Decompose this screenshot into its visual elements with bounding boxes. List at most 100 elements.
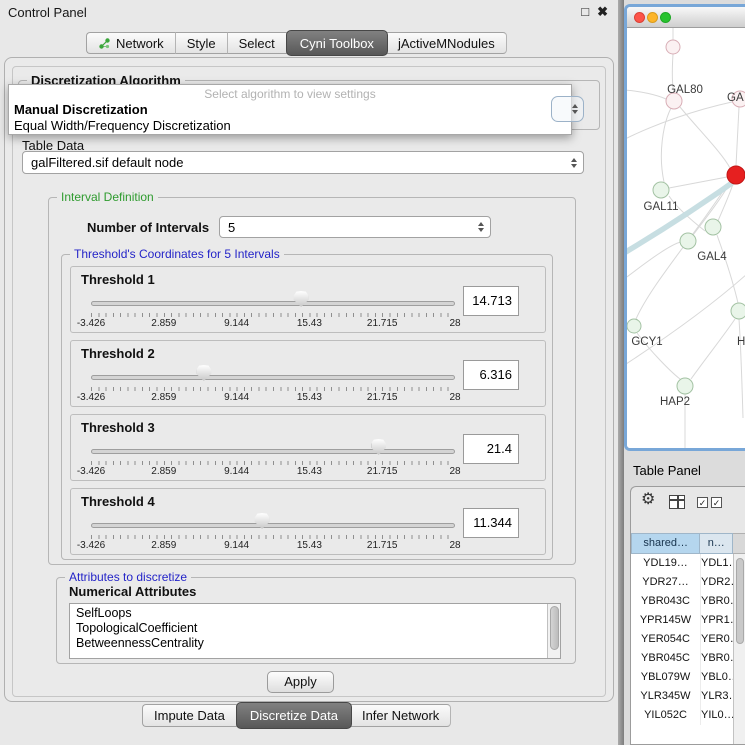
tab-style-label: Style: [187, 36, 216, 51]
checkbox-icon-1[interactable]: ✓: [697, 497, 708, 508]
scale-label: 9.144: [224, 318, 249, 329]
dropdown-prompt: Select algorithm to view settings: [9, 87, 571, 102]
table-row[interactable]: YPR145WYPR1…: [631, 611, 745, 630]
table-panel-window: ⚙ ✓ ✓ shared… n… YDL19…YDL1… YDR27…YDR2……: [630, 486, 745, 745]
network-node-label: GAL80: [667, 84, 703, 96]
table-scrollbar-thumb[interactable]: [736, 558, 744, 644]
network-node-label: HAP2: [660, 396, 690, 408]
threshold-3-label: Threshold 3: [81, 420, 155, 435]
threshold-3-slider[interactable]: -3.426 2.859 9.144 15.43 21.715 28: [91, 437, 455, 479]
close-window-button[interactable]: [634, 12, 645, 23]
window-controls: □ ✖: [581, 4, 608, 20]
slider-scale: -3.426 2.859 9.144 15.43 21.715 28: [91, 466, 455, 478]
network-node-label: H: [737, 336, 745, 348]
slider-track[interactable]: [91, 375, 455, 380]
table-toolbar: ⚙ ✓ ✓: [631, 487, 745, 533]
threshold-2-slider[interactable]: -3.426 2.859 9.144 15.43 21.715 28: [91, 363, 455, 405]
list-scrollbar[interactable]: [547, 604, 560, 658]
network-node-label: GA: [727, 92, 744, 104]
table-row[interactable]: YBR045CYBR0…: [631, 649, 745, 668]
tab-jactivemodules[interactable]: jActiveMNodules: [387, 32, 507, 54]
tab-style[interactable]: Style: [176, 32, 228, 54]
cell-shared-name: YDL19…: [631, 554, 701, 573]
apply-button[interactable]: Apply: [267, 671, 334, 693]
network-canvas[interactable]: GAL80 GA GAL11 GAL4 GCY1 HAP2 H: [627, 28, 745, 448]
tab-jactivemodules-label: jActiveMNodules: [398, 36, 495, 51]
scale-label: 28: [449, 318, 460, 329]
attributes-to-discretize-group: Attributes to discretize Numerical Attri…: [56, 577, 576, 664]
float-window-icon[interactable]: □: [581, 4, 589, 20]
threshold-3-box: Threshold 3 -3.426 2.859 9.144 15.43 21.…: [70, 414, 546, 481]
group-title-thresholds: Threshold's Coordinates for 5 Intervals: [70, 247, 284, 261]
table-scrollbar[interactable]: [733, 554, 745, 744]
threshold-4-slider[interactable]: -3.426 2.859 9.144 15.43 21.715 28: [91, 511, 455, 553]
scale-label: 15.43: [297, 466, 322, 477]
cell-name: YLR3…: [701, 687, 734, 706]
table-row[interactable]: YIL052CYIL0…: [631, 706, 745, 725]
network-node[interactable]: [731, 303, 745, 319]
tab-infer-network[interactable]: Infer Network: [351, 704, 451, 727]
list-scrollbar-thumb[interactable]: [550, 606, 559, 650]
checkbox-icon-2[interactable]: ✓: [711, 497, 722, 508]
algorithm-dropdown-popup: Select algorithm to view settings Manual…: [8, 84, 572, 135]
number-of-intervals-value: 5: [228, 220, 235, 235]
zoom-window-button[interactable]: [660, 12, 671, 23]
scale-label: 2.859: [151, 540, 176, 551]
close-icon[interactable]: ✖: [597, 4, 608, 20]
numerical-attributes-list[interactable]: SelfLoops TopologicalCoefficient Between…: [69, 603, 561, 659]
table-row[interactable]: YLR345WYLR3…: [631, 687, 745, 706]
network-node-selected-red[interactable]: [727, 166, 745, 184]
cell-name: YDL1…: [701, 554, 734, 573]
network-window-titlebar[interactable]: [627, 7, 745, 28]
slider-scale: -3.426 2.859 9.144 15.43 21.715 28: [91, 540, 455, 552]
tab-network[interactable]: Network: [86, 32, 176, 54]
network-node-gal11[interactable]: [653, 182, 669, 198]
threshold-3-value-field[interactable]: 21.4: [463, 434, 519, 464]
threshold-2-value-field[interactable]: 6.316: [463, 360, 519, 390]
tab-impute-data[interactable]: Impute Data: [142, 704, 237, 727]
list-item-topologicalcoefficient[interactable]: TopologicalCoefficient: [70, 621, 560, 636]
table-data-combo[interactable]: galFiltered.sif default node: [22, 151, 584, 174]
scale-label: 28: [449, 540, 460, 551]
combo-arrows-icon: [478, 222, 484, 232]
gear-icon[interactable]: ⚙: [641, 491, 655, 509]
network-node-gal4[interactable]: [705, 219, 721, 235]
threshold-1-value-field[interactable]: 14.713: [463, 286, 519, 316]
group-title-attributes: Attributes to discretize: [65, 570, 191, 584]
table-row[interactable]: YER054CYER0…: [631, 630, 745, 649]
tab-select[interactable]: Select: [228, 32, 287, 54]
list-item-betweennesscentrality[interactable]: BetweennessCentrality: [70, 636, 560, 651]
slider-track[interactable]: [91, 301, 455, 306]
threshold-1-slider[interactable]: -3.426 2.859 9.144 15.43 21.715 28: [91, 289, 455, 331]
dropdown-item-equal-width-frequency[interactable]: Equal Width/Frequency Discretization: [9, 118, 571, 134]
dropdown-item-manual-discretization[interactable]: Manual Discretization: [9, 102, 571, 118]
slider-track[interactable]: [91, 523, 455, 528]
tab-discretize-data[interactable]: Discretize Data: [236, 702, 352, 729]
network-node-hap2[interactable]: [677, 378, 693, 394]
threshold-4-value-field[interactable]: 11.344: [463, 508, 519, 538]
column-header-shared-name[interactable]: shared…: [631, 533, 700, 554]
tab-discretize-data-label: Discretize Data: [250, 708, 338, 723]
table-row[interactable]: YBR043CYBR0…: [631, 592, 745, 611]
slider-ticks: [91, 387, 455, 391]
algorithm-combo-button[interactable]: [551, 96, 584, 122]
tab-cyni-toolbox[interactable]: Cyni Toolbox: [286, 30, 388, 56]
cell-shared-name: YPR145W: [631, 611, 701, 630]
columns-icon[interactable]: [669, 495, 685, 509]
table-row[interactable]: YBL079WYBL0…: [631, 668, 745, 687]
slider-track[interactable]: [91, 449, 455, 454]
numerical-attributes-label: Numerical Attributes: [69, 584, 196, 599]
scale-label: 15.43: [297, 392, 322, 403]
table-row[interactable]: YDL19…YDL1…: [631, 554, 745, 573]
list-item-selfloops[interactable]: SelfLoops: [70, 604, 560, 621]
network-node[interactable]: [680, 233, 696, 249]
cell-shared-name: YDR27…: [631, 573, 701, 592]
number-of-intervals-combo[interactable]: 5: [219, 216, 491, 238]
minimize-window-button[interactable]: [647, 12, 658, 23]
slider-scale: -3.426 2.859 9.144 15.43 21.715 28: [91, 318, 455, 330]
network-node[interactable]: [666, 40, 680, 54]
column-header-name[interactable]: n…: [700, 533, 733, 554]
cell-name: YBL0…: [701, 668, 734, 687]
table-row[interactable]: YDR27…YDR2…: [631, 573, 745, 592]
network-node-gcy1[interactable]: [627, 319, 641, 333]
